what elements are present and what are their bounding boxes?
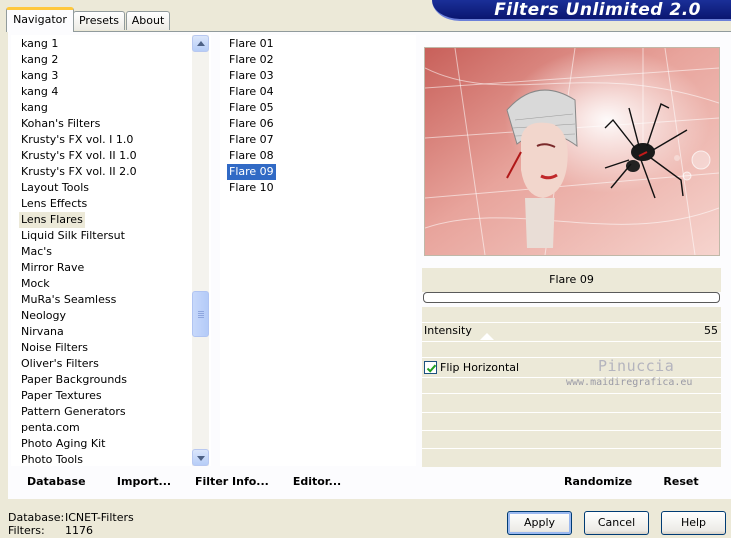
preview-artwork: [424, 47, 720, 256]
filter-item[interactable]: Flare 01: [227, 36, 276, 52]
filter-item[interactable]: Flare 05: [227, 100, 276, 116]
tab-about[interactable]: About: [126, 11, 170, 30]
scroll-thumb[interactable]: [192, 291, 209, 337]
database-button[interactable]: Database: [27, 469, 86, 495]
watermark-url: www.maidiregrafica.eu: [566, 377, 693, 388]
slider-handle[interactable]: [480, 333, 494, 340]
status-filters-value: 1176: [65, 524, 93, 537]
category-item[interactable]: Lens Effects: [19, 196, 89, 212]
filter-item[interactable]: Flare 09: [227, 164, 276, 180]
filter-item[interactable]: Flare 06: [227, 116, 276, 132]
category-item[interactable]: Paper Backgrounds: [19, 372, 129, 388]
category-list[interactable]: kang 1 kang 2 kang 3 kang 4 kang Kohan's Filt…: [11, 35, 211, 466]
preview-image: [424, 47, 720, 256]
category-item[interactable]: kang 3: [19, 68, 60, 84]
filter-item[interactable]: Flare 10: [227, 180, 276, 196]
flip-horizontal-checkbox[interactable]: [424, 361, 437, 374]
banner-title: Filters Unlimited 2.0: [494, 0, 701, 20]
intensity-slider[interactable]: Intensity 55: [422, 323, 721, 340]
filter-info-button[interactable]: Filter Info...: [195, 469, 269, 495]
category-item[interactable]: Liquid Silk Filtersut: [19, 228, 127, 244]
status-database-value: ICNET-Filters: [65, 511, 134, 524]
intensity-value: 55: [704, 324, 718, 337]
category-item[interactable]: kang: [19, 100, 50, 116]
category-item[interactable]: MuRa's Seamless: [19, 292, 118, 308]
category-item[interactable]: Mirror Rave: [19, 260, 86, 276]
category-item[interactable]: Noise Filters: [19, 340, 90, 356]
category-item[interactable]: kang 4: [19, 84, 60, 100]
category-item[interactable]: Krusty's FX vol. II 1.0: [19, 148, 139, 164]
check-icon: [426, 364, 437, 373]
panel-toolbar: Database Import... Filter Info... Editor…: [11, 469, 721, 495]
category-item[interactable]: kang 1: [19, 36, 60, 52]
chevron-down-icon: [197, 456, 205, 461]
category-item[interactable]: Nirvana: [19, 324, 66, 340]
help-button[interactable]: Help: [661, 511, 726, 535]
category-item[interactable]: Pattern Generators: [19, 404, 128, 420]
category-item[interactable]: Layout Tools: [19, 180, 91, 196]
filter-list[interactable]: Flare 01 Flare 02 Flare 03 Flare 04 Flare 05…: [220, 35, 416, 466]
filter-name-label: Flare 09: [422, 268, 721, 292]
intensity-label: Intensity: [424, 324, 472, 337]
filter-item[interactable]: Flare 08: [227, 148, 276, 164]
tab-presets[interactable]: Presets: [73, 11, 125, 30]
category-item[interactable]: Photo Tools: [19, 452, 85, 466]
category-item[interactable]: penta.com: [19, 420, 82, 436]
category-item[interactable]: Kohan's Filters: [19, 116, 102, 132]
tab-navigator[interactable]: Navigator: [6, 7, 74, 32]
filter-item[interactable]: Flare 04: [227, 84, 276, 100]
editor-button[interactable]: Editor...: [291, 469, 343, 495]
category-item[interactable]: Oliver's Filters: [19, 356, 101, 372]
filter-item[interactable]: Flare 02: [227, 52, 276, 68]
category-item[interactable]: Mock: [19, 276, 52, 292]
status-database-label: Database:: [8, 511, 65, 524]
category-item[interactable]: kang 2: [19, 52, 60, 68]
apply-button[interactable]: Apply: [507, 511, 572, 535]
category-item[interactable]: Photo Aging Kit: [19, 436, 107, 452]
scroll-down-button[interactable]: [192, 449, 209, 466]
watermark-name: Pinuccia: [598, 357, 675, 375]
category-item[interactable]: Neology: [19, 308, 68, 324]
import-button[interactable]: Import...: [116, 469, 172, 495]
category-item[interactable]: Krusty's FX vol. I 1.0: [19, 132, 135, 148]
reset-button[interactable]: Reset: [661, 469, 701, 495]
category-item[interactable]: Lens Flares: [19, 212, 85, 228]
filter-item[interactable]: Flare 03: [227, 68, 276, 84]
status-filters-label: Filters:: [8, 524, 45, 537]
cancel-button[interactable]: Cancel: [584, 511, 649, 535]
chevron-up-icon: [197, 41, 205, 46]
category-item[interactable]: Krusty's FX vol. II 2.0: [19, 164, 139, 180]
progress-bar: [423, 292, 720, 303]
category-scrollbar[interactable]: [192, 35, 209, 466]
filter-item[interactable]: Flare 07: [227, 132, 276, 148]
scroll-up-button[interactable]: [192, 35, 209, 52]
flip-horizontal-label: Flip Horizontal: [440, 361, 520, 374]
category-item[interactable]: Mac's: [19, 244, 54, 260]
title-banner: Filters Unlimited 2.0: [432, 0, 731, 21]
randomize-button[interactable]: Randomize: [564, 469, 632, 495]
category-item[interactable]: Paper Textures: [19, 388, 104, 404]
